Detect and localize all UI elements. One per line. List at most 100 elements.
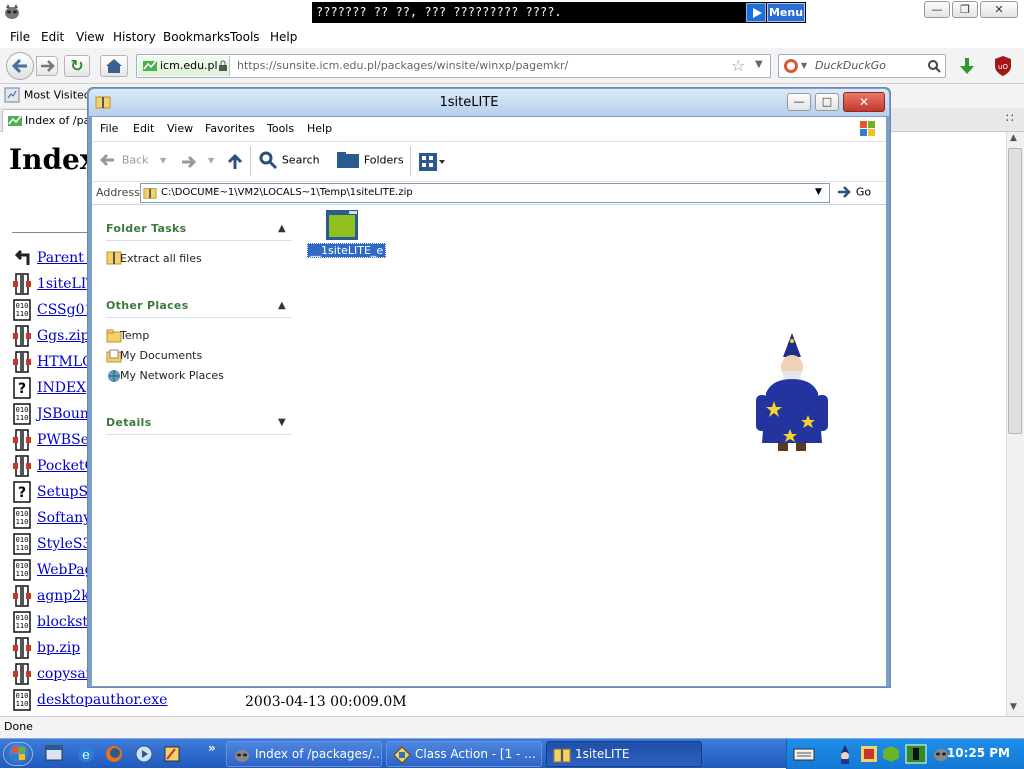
windows-orb-icon	[12, 747, 25, 760]
quicklaunch-media-player-icon[interactable]	[134, 744, 154, 764]
taskbar-button-1sitelite[interactable]: 1siteLITE	[546, 741, 702, 767]
menu-help[interactable]: Help	[270, 30, 297, 44]
site-identity[interactable]: icm.edu.pl	[138, 56, 230, 76]
xp-folders-button[interactable]: Folders	[336, 150, 404, 170]
play-icon[interactable]	[746, 3, 766, 22]
xp-menu-view[interactable]: View	[167, 122, 193, 135]
forward-dropdown-icon[interactable]: ▼	[208, 156, 214, 165]
up-arrow-icon[interactable]	[226, 152, 244, 172]
explorer-address-bar: Address C:\DOCUME~1\VM2\LOCALS~1\Temp\1s…	[92, 181, 886, 204]
xp-menu-help[interactable]: Help	[307, 122, 332, 135]
menu-bookmarks[interactable]: Bookmarks	[163, 30, 230, 44]
raccoon-app-icon[interactable]	[3, 3, 21, 21]
views-button[interactable]	[418, 152, 446, 175]
tray-cube-icon[interactable]	[881, 744, 901, 764]
binary-file-icon: 010 110	[12, 689, 32, 711]
close-button[interactable]: ✕	[980, 1, 1018, 18]
bookmark-star-icon[interactable]: ☆	[731, 56, 745, 75]
go-button[interactable]: Go	[836, 184, 871, 200]
file-link[interactable]: CSSg01	[37, 302, 93, 318]
scrollbar-thumb[interactable]	[1008, 148, 1022, 434]
svg-text:110: 110	[16, 622, 29, 630]
download-button[interactable]	[953, 55, 981, 77]
expand-down-icon[interactable]: ▼	[278, 413, 286, 433]
collapse-up-icon[interactable]: ▲	[278, 219, 286, 239]
wizard-assistant-icon[interactable]	[752, 331, 832, 455]
file-link[interactable]: INDEX	[37, 380, 86, 396]
back-button[interactable]	[6, 52, 34, 80]
quicklaunch-expand-icon[interactable]: »	[208, 741, 216, 755]
start-button[interactable]	[3, 742, 33, 766]
taskbar-button-class-action[interactable]: Class Action - [1 - ...	[386, 741, 542, 767]
address-input[interactable]: C:\DOCUME~1\VM2\LOCALS~1\Temp\1siteLITE.…	[140, 183, 830, 203]
keyboard-icon[interactable]	[793, 746, 815, 762]
forward-button[interactable]	[36, 56, 58, 76]
svg-text:010: 010	[16, 302, 29, 310]
quicklaunch-explorer-icon[interactable]	[44, 744, 64, 764]
tab-list-icon[interactable]: ∷	[1006, 111, 1014, 125]
bookmark-most-visited[interactable]: Most Visited	[4, 87, 91, 103]
xp-menu-favorites[interactable]: Favorites	[205, 122, 255, 135]
tray-monitor-icon[interactable]	[905, 744, 927, 764]
place-my-network-places-link[interactable]: My Network Places	[120, 369, 224, 382]
other-places-header[interactable]: Other Places ▲	[106, 296, 292, 318]
ublock-button[interactable]: uO	[990, 54, 1016, 78]
svg-text:110: 110	[16, 414, 29, 422]
place-temp-link[interactable]: Temp	[120, 329, 149, 342]
url-bar[interactable]: icm.edu.pl https://sunsite.icm.edu.pl/pa…	[136, 54, 771, 78]
file-link[interactable]: PWBSe	[37, 432, 89, 448]
xp-menu-edit[interactable]: Edit	[133, 122, 154, 135]
file-item-1sitelite[interactable]: __1siteLITE_e	[305, 209, 387, 263]
quicklaunch-paint-icon[interactable]	[162, 744, 182, 764]
xp-search-button[interactable]: Search	[258, 150, 320, 170]
arrow-right-icon	[41, 60, 55, 72]
back-dropdown-icon[interactable]: ▼	[160, 156, 166, 165]
file-link[interactable]: Ggs.zip	[37, 328, 90, 344]
menu-history[interactable]: History	[113, 30, 156, 44]
folder-tasks-header[interactable]: Folder Tasks ▲	[106, 219, 292, 241]
explorer-close-button[interactable]: ✕	[843, 92, 885, 112]
menu-file[interactable]: File	[10, 30, 30, 44]
restore-button[interactable]: ❐	[952, 1, 978, 18]
quicklaunch-firefox-icon[interactable]	[104, 744, 124, 764]
search-engine-dropdown-icon[interactable]: ▼	[801, 61, 807, 70]
compressed-file-icon	[12, 325, 32, 347]
explorer-minimize-button[interactable]: —	[787, 93, 811, 111]
file-link[interactable]: desktopauthor.exe	[37, 692, 167, 708]
search-icon[interactable]	[927, 59, 941, 73]
place-my-documents-link[interactable]: My Documents	[120, 349, 202, 362]
home-button[interactable]	[100, 55, 128, 77]
minimize-button[interactable]: —	[924, 1, 950, 18]
search-box[interactable]: ▼ DuckDuckGo	[778, 54, 946, 78]
tray-app-icon[interactable]	[859, 744, 879, 764]
banner-menu-button[interactable]: Menu	[767, 3, 805, 22]
xp-back-button[interactable]: Back	[98, 150, 156, 174]
file-link[interactable]: HTMLC	[37, 354, 93, 370]
xp-menu-tools[interactable]: Tools	[267, 122, 294, 135]
file-link[interactable]: JSBoun	[37, 406, 89, 422]
menu-tools[interactable]: Tools	[230, 30, 260, 44]
arrow-right-icon[interactable]	[178, 152, 198, 172]
menu-edit[interactable]: Edit	[41, 30, 64, 44]
file-link[interactable]: bp.zip	[37, 640, 80, 656]
menu-view[interactable]: View	[76, 30, 104, 44]
binary-file-icon: 010 110	[12, 559, 32, 581]
xp-menu-file[interactable]: File	[100, 122, 118, 135]
svg-text:010: 010	[16, 510, 29, 518]
scroll-down-icon[interactable]: ▼	[1010, 702, 1017, 712]
explorer-titlebar[interactable]: 1siteLITE — □ ✕	[89, 89, 889, 116]
file-link[interactable]: WebPag	[37, 562, 94, 578]
compressed-file-icon	[12, 637, 32, 659]
extract-all-files-link[interactable]: Extract all files	[120, 252, 202, 265]
reload-button[interactable]: ↻	[64, 55, 90, 77]
url-dropdown-icon[interactable]: ▼	[755, 59, 763, 70]
details-header[interactable]: Details ▼	[106, 413, 292, 435]
explorer-maximize-button[interactable]: □	[815, 93, 839, 111]
collapse-up-icon[interactable]: ▲	[278, 296, 286, 316]
address-dropdown-icon[interactable]: ▼	[815, 187, 822, 197]
wizard-tray-icon[interactable]	[835, 744, 855, 764]
quicklaunch-ie-icon[interactable]: e	[76, 744, 96, 764]
scroll-up-icon[interactable]: ▲	[1010, 133, 1017, 143]
file-link[interactable]: Softany	[37, 510, 91, 526]
taskbar-button-firefox[interactable]: Index of /packages/...	[226, 741, 382, 767]
